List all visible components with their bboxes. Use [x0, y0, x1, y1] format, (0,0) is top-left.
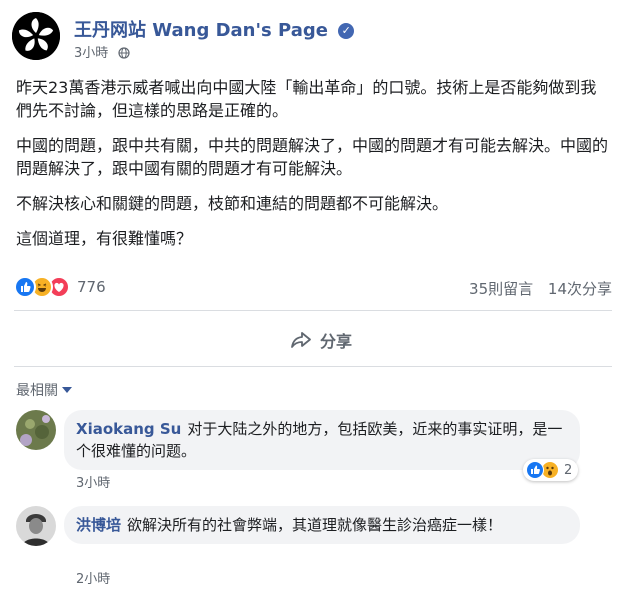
page-name-row: 王丹网站 Wang Dan's Page ✓: [74, 16, 355, 42]
comment-reaction-count: 2: [564, 462, 573, 478]
post-paragraph: 不解決核心和關鍵的問題，枝節和連結的問題都不可能解決。: [16, 194, 449, 213]
like-reaction-icon: [14, 276, 36, 298]
globe-icon[interactable]: [118, 47, 131, 59]
page-name[interactable]: 王丹网站 Wang Dan's Page: [74, 20, 328, 41]
comment-filter-label: 最相關: [16, 383, 58, 399]
share-label: 分享: [320, 332, 353, 351]
comment-bubble: 洪博培 欲解決所有的社會弊端，其道理就像醫生診治癌症一樣！: [64, 506, 580, 544]
page-avatar[interactable]: [12, 12, 60, 60]
comment-bubble: Xiaokang Su 对于大陆之外的地方，包括欧美，近来的事实证明，是一个很难懂…: [64, 410, 580, 470]
caret-down-icon: [62, 387, 72, 393]
comment-count-link[interactable]: 35則留言: [469, 280, 533, 298]
comment-reactions[interactable]: 2: [523, 459, 579, 481]
comment-author[interactable]: Xiaokang Su: [76, 420, 181, 438]
engagement-bar: 776 35則留言 14次分享: [14, 276, 612, 300]
commenter-photo: [16, 410, 56, 450]
post-paragraph: 昨天23萬香港示威者喊出向中國大陸「輸出革命」的口號。技術上是否能夠做到我們先不…: [16, 78, 597, 120]
comment-filter-dropdown[interactable]: 最相關: [16, 380, 72, 400]
share-count-link[interactable]: 14次分享: [548, 280, 612, 298]
bauhinia-logo-icon: [12, 12, 60, 60]
reactions-summary[interactable]: 776: [14, 276, 106, 298]
verified-badge-icon: ✓: [338, 23, 355, 39]
post-time[interactable]: 3小時: [74, 46, 108, 61]
post-body: 昨天23萬香港示威者喊出向中國大陸「輸出革命」的口號。技術上是否能夠做到我們先不…: [16, 76, 611, 262]
share-icon: [291, 332, 311, 348]
divider: [14, 366, 612, 367]
post-paragraph: 中國的問題，跟中共有關，中共的問題解決了，中國的問題才有可能去解決。中國的問題解…: [16, 136, 609, 178]
post-meta: 3小時: [74, 42, 131, 61]
divider: [14, 310, 612, 311]
post-header: 王丹网站 Wang Dan's Page ✓ 3小時: [12, 12, 612, 62]
comment-share-counts: 35則留言 14次分享: [459, 278, 612, 299]
comment-author[interactable]: 洪博培: [76, 516, 121, 534]
like-reaction-icon: [526, 461, 544, 479]
reaction-count: 776: [77, 278, 106, 296]
comment-time[interactable]: 3小時: [76, 472, 110, 491]
commenter-photo: [16, 506, 56, 546]
post-paragraph: 這個道理，有很難懂嗎？: [16, 229, 193, 248]
commenter-avatar[interactable]: [16, 506, 56, 546]
commenter-avatar[interactable]: [16, 410, 56, 450]
comment-text: 欲解決所有的社會弊端，其道理就像醫生診治癌症一樣！: [127, 516, 503, 534]
comment-time[interactable]: 2小時: [76, 568, 110, 587]
share-button[interactable]: 分享: [290, 325, 352, 355]
